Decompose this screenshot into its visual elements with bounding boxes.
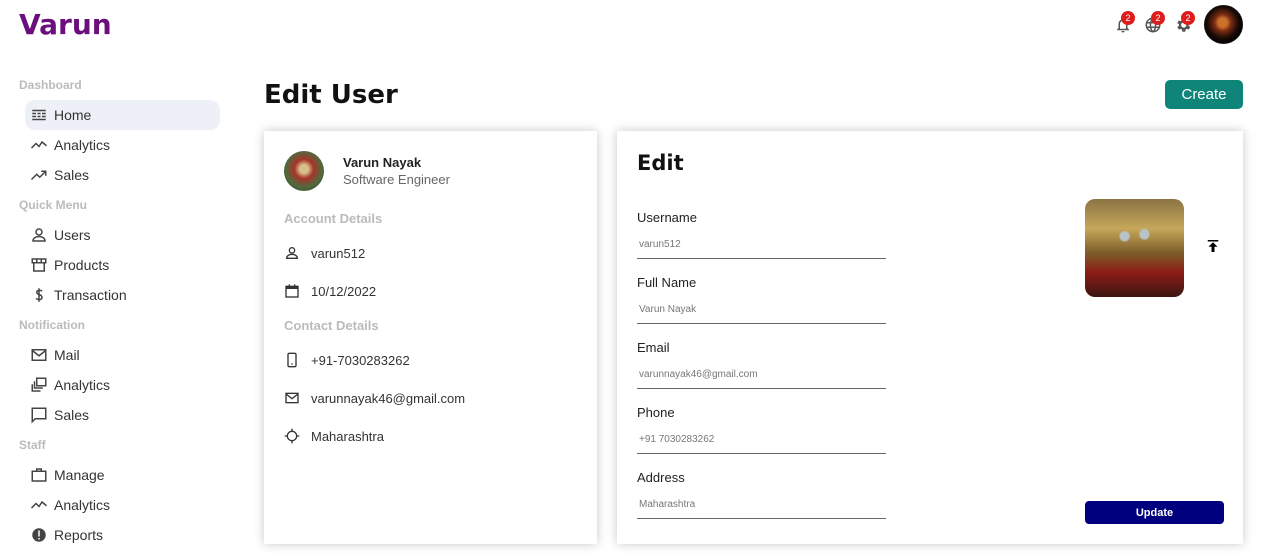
username-input[interactable] xyxy=(637,231,886,259)
settings-button[interactable]: 2 xyxy=(1168,10,1198,40)
user-show-email: varunnayak46@gmail.com xyxy=(284,379,577,417)
sidebar-item-label: Sales xyxy=(54,167,90,183)
user-upload-image xyxy=(1085,199,1184,297)
sidebar-item-reports[interactable]: Reports xyxy=(25,520,220,550)
sidebar-item-home[interactable]: Home xyxy=(25,100,220,130)
timeline-icon xyxy=(30,500,47,509)
user-show-birthday: 10/12/2022 xyxy=(284,272,577,310)
language-badge: 2 xyxy=(1151,10,1165,25)
sidebar-item-label: Sales xyxy=(54,407,90,423)
sidebar-item-users[interactable]: Users xyxy=(25,220,220,250)
email-label: Email xyxy=(637,340,670,355)
home-icon xyxy=(32,109,46,121)
notification-badge: 2 xyxy=(1121,10,1135,25)
trending-up-icon xyxy=(30,170,47,181)
app-logo[interactable]: Varun xyxy=(19,8,112,41)
user-show-username: varun512 xyxy=(284,234,577,272)
language-button[interactable]: 2 xyxy=(1138,10,1168,40)
sidebar-item-label: Products xyxy=(54,257,110,273)
sidebar-section-staff: Staff xyxy=(19,438,46,452)
chat-bubble-icon xyxy=(31,407,47,424)
phone-value: +91-7030283262 xyxy=(311,352,410,368)
update-button[interactable]: Update xyxy=(1085,501,1224,524)
sidebar-item-staff-analytics[interactable]: Analytics xyxy=(25,490,220,520)
sidebar-item-analytics[interactable]: Analytics xyxy=(25,130,220,160)
timeline-icon xyxy=(30,140,47,149)
user-show-phone: +91-7030283262 xyxy=(284,341,577,379)
sidebar-item-label: Manage xyxy=(54,467,105,483)
user-show-address: Maharashtra xyxy=(284,417,577,455)
location-icon xyxy=(284,428,300,444)
full-name-input[interactable] xyxy=(637,296,886,324)
briefcase-icon xyxy=(31,468,47,482)
email-field: Email xyxy=(637,341,887,406)
email-value: varunnayak46@gmail.com xyxy=(311,390,466,406)
sidebar-item-label: Analytics xyxy=(54,497,111,513)
user-show-name: Varun Nayak xyxy=(343,155,422,170)
user-icon xyxy=(285,247,299,259)
user-show-role: Software Engineer xyxy=(343,172,450,187)
sidebar: Dashboard Home Analytics Sales Quick Men… xyxy=(0,76,230,550)
dollar-icon xyxy=(35,288,43,302)
storefront-icon xyxy=(31,258,47,272)
calendar-icon xyxy=(285,284,299,298)
topbar-icons: 2 2 2 xyxy=(1108,5,1243,44)
address-label: Address xyxy=(637,470,685,485)
sidebar-item-label: Mail xyxy=(54,347,80,363)
publish-icon[interactable] xyxy=(1204,237,1222,255)
topbar: Varun 2 2 2 xyxy=(0,0,1262,50)
address-value: Maharashtra xyxy=(311,428,384,444)
sidebar-section-quick-menu: Quick Menu xyxy=(19,198,88,212)
contact-details-title: Contact Details xyxy=(284,318,379,333)
user-edit-card: Edit Username Full Name Email Phone Addr… xyxy=(617,131,1243,544)
username-value: varun512 xyxy=(311,245,366,261)
username-label: Username xyxy=(637,210,697,225)
birthday-value: 10/12/2022 xyxy=(311,283,377,299)
sidebar-item-messages[interactable]: Sales xyxy=(25,400,220,430)
sidebar-section-dashboard: Dashboard xyxy=(19,78,82,92)
sidebar-item-label: Reports xyxy=(54,527,104,543)
create-button[interactable]: Create xyxy=(1165,80,1243,109)
username-field: Username xyxy=(637,211,887,276)
edit-form: Username Full Name Email Phone Address xyxy=(637,211,887,536)
email-input[interactable] xyxy=(637,361,886,389)
phone-label: Phone xyxy=(637,405,675,420)
sidebar-item-label: Home xyxy=(54,107,92,123)
sidebar-item-manage[interactable]: Manage xyxy=(25,460,220,490)
sidebar-item-sales[interactable]: Sales xyxy=(25,160,220,190)
sidebar-item-label: Users xyxy=(54,227,91,243)
user-avatar[interactable] xyxy=(1204,5,1243,44)
page-title: Edit User xyxy=(264,80,398,110)
sidebar-item-label: Analytics xyxy=(54,137,111,153)
account-details-title: Account Details xyxy=(284,211,383,226)
phone-field: Phone xyxy=(637,406,887,471)
sidebar-section-notification: Notification xyxy=(19,318,85,332)
phone-input[interactable] xyxy=(637,426,886,454)
sidebar-item-label: Transaction xyxy=(54,287,127,303)
notifications-button[interactable]: 2 xyxy=(1108,10,1138,40)
sidebar-item-transaction[interactable]: Transaction xyxy=(25,280,220,310)
sidebar-item-mail[interactable]: Mail xyxy=(25,340,220,370)
user-icon xyxy=(32,228,46,242)
full-name-field: Full Name xyxy=(637,276,887,341)
address-field: Address xyxy=(637,471,887,536)
user-show-identity: Varun Nayak Software Engineer xyxy=(343,155,450,187)
user-show-card: Varun Nayak Software Engineer Account De… xyxy=(264,131,597,544)
user-show-header: Varun Nayak Software Engineer xyxy=(284,151,577,191)
mail-icon xyxy=(31,349,47,361)
full-name-label: Full Name xyxy=(637,275,697,290)
address-input[interactable] xyxy=(637,491,886,519)
sidebar-item-products[interactable]: Products xyxy=(25,250,220,280)
sidebar-item-feedback[interactable]: Analytics xyxy=(25,370,220,400)
settings-badge: 2 xyxy=(1181,10,1195,25)
sidebar-item-label: Analytics xyxy=(54,377,111,393)
edit-title: Edit xyxy=(637,151,684,175)
phone-icon xyxy=(287,352,297,368)
dynamic-feed-icon xyxy=(31,377,47,392)
user-show-avatar xyxy=(284,151,324,191)
mail-icon xyxy=(285,392,299,404)
report-icon xyxy=(32,528,46,542)
